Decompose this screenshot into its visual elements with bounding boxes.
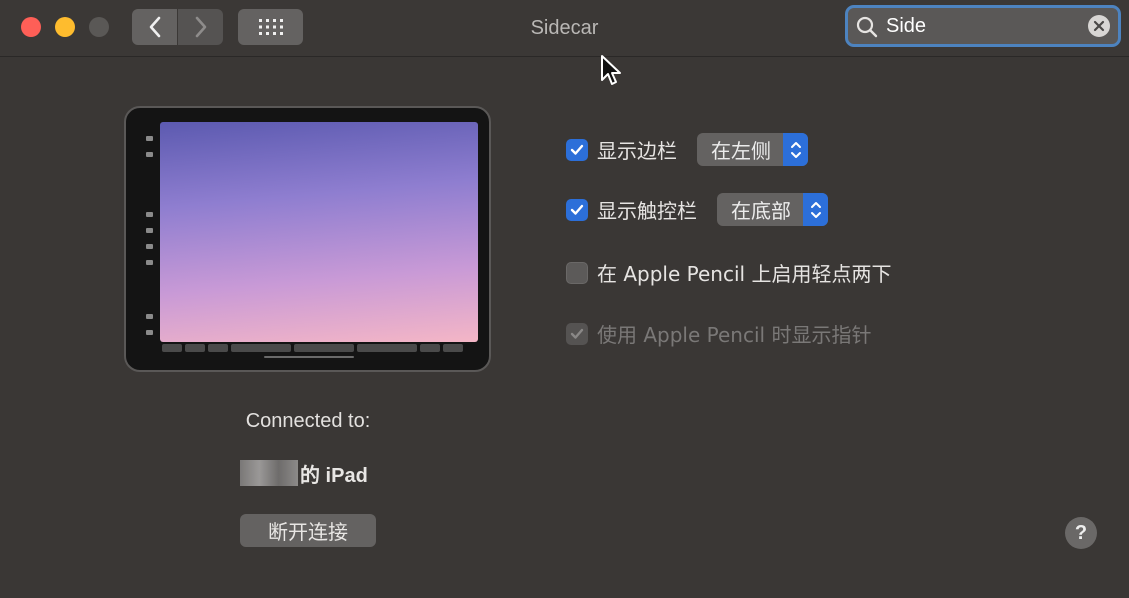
mouse-pointer-icon [601,55,621,85]
show-sidebar-checkbox[interactable] [566,138,588,161]
sidebar-position-popup[interactable]: 在左侧 [697,133,808,166]
search-icon [856,16,878,38]
show-all-button[interactable] [238,9,303,45]
chevron-right-icon [195,16,206,38]
device-name: 的 iPad [300,464,368,487]
pencil-pointer-checkbox [566,322,588,345]
updown-chevron-icon [790,141,801,158]
ipad-touch-bar [162,344,476,353]
show-touch-bar-checkbox[interactable] [566,198,588,221]
checkmark-icon [570,328,584,339]
chevron-left-icon [149,16,160,38]
connected-to-label: Connected to: [245,410,371,432]
zoom-window-button[interactable] [89,17,109,37]
ipad-home-indicator [264,356,354,358]
ipad-preview [124,106,491,372]
checkmark-icon [570,204,584,215]
pencil-double-tap-label: 在 Apple Pencil 上启用轻点两下 [597,262,892,286]
updown-chevron-icon [810,201,821,218]
ipad-screen [160,122,478,342]
redacted-name [240,460,298,486]
disconnect-button[interactable]: 断开连接 [240,514,376,547]
help-button[interactable]: ? [1065,517,1097,549]
option-pencil-double-tap: 在 Apple Pencil 上启用轻点两下 [566,258,891,287]
grid-icon [258,19,283,35]
touch-bar-position-popup[interactable]: 在底部 [717,193,828,226]
show-sidebar-label: 显示边栏 [597,139,677,163]
pencil-pointer-label: 使用 Apple Pencil 时显示指针 [597,323,872,347]
minimize-window-button[interactable] [55,17,75,37]
option-show-sidebar: 显示边栏 在左侧 [566,133,808,166]
touch-bar-position-value: 在底部 [731,199,791,223]
checkmark-icon [570,144,584,155]
search-input[interactable] [886,10,1076,42]
option-show-touch-bar: 显示触控栏 在底部 [566,193,828,226]
close-window-button[interactable] [21,17,41,37]
back-button[interactable] [132,9,177,45]
close-icon [1093,20,1105,32]
device-row: 的 iPad [240,458,368,488]
clear-search-button[interactable] [1088,15,1110,37]
pencil-double-tap-checkbox[interactable] [566,261,588,284]
sidebar-position-value: 在左侧 [711,139,771,163]
option-pencil-pointer: 使用 Apple Pencil 时显示指针 [566,319,871,348]
title-bar: Sidecar [0,0,1129,57]
search-field[interactable] [845,5,1121,47]
show-touch-bar-label: 显示触控栏 [597,199,697,223]
forward-button[interactable] [178,9,223,45]
